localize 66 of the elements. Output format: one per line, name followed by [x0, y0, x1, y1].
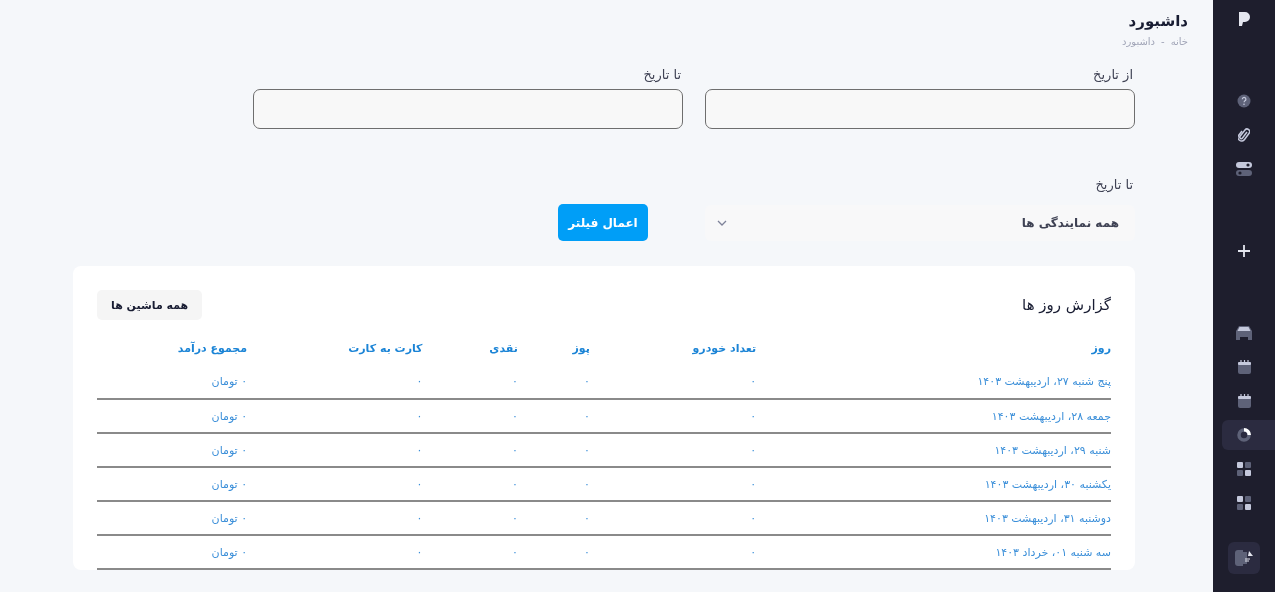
table-cell: ۰ — [750, 409, 757, 423]
plus-icon — [1238, 245, 1250, 257]
table-cell: ۰ — [750, 477, 757, 491]
table-cell: دوشنبه ۳۱، اردیبهشت ۱۴۰۳ — [984, 511, 1111, 525]
table-cell: ۰ — [750, 511, 757, 525]
table-cell: ۰ — [416, 443, 423, 457]
chevron-down-icon — [717, 219, 727, 226]
table-cell: ۰ تومان — [211, 511, 248, 525]
table-cell: ۰ — [583, 409, 590, 423]
table-cell: ۰ — [750, 545, 757, 559]
help-icon — [1237, 94, 1251, 108]
table-cell: ۰ — [750, 375, 757, 388]
table-cell: ۰ — [583, 511, 590, 525]
column-header: نقدی — [489, 342, 518, 355]
table-cell: ۰ — [511, 443, 518, 457]
table-cell: ۰ — [511, 545, 518, 559]
logo-icon[interactable] — [1238, 12, 1250, 26]
car-icon — [1236, 326, 1252, 340]
table-cell: یکشنبه ۳۰، اردیبهشت ۱۴۰۳ — [984, 477, 1111, 491]
grid-icon — [1237, 496, 1251, 510]
table-cell: ۰ تومان — [211, 443, 248, 457]
table-cell: ۰ تومان — [211, 375, 248, 388]
page-title: داشبورد — [1127, 12, 1188, 30]
field-label: تا تاریخ — [642, 67, 682, 82]
date-input[interactable] — [705, 89, 1135, 129]
table-cell: ۰ تومان — [211, 409, 248, 423]
table-cell: ۰ تومان — [211, 545, 248, 559]
collapse-icon — [1235, 550, 1253, 566]
table-cell: ۰ — [583, 375, 590, 388]
table-cell: ۰ — [416, 477, 423, 491]
calendar-icon — [1237, 394, 1251, 408]
table-cell: شنبه ۲۹، اردیبهشت ۱۴۰۳ — [994, 443, 1111, 457]
table-cell: جمعه ۲۸، اردیبهشت ۱۴۰۳ — [991, 409, 1111, 423]
column-header: تعداد خودرو — [692, 342, 757, 355]
card-title: گزارش روز ها — [1022, 296, 1111, 314]
all-machines-button[interactable]: همه ماشین ها — [97, 290, 203, 320]
table-cell: ۰ — [416, 409, 423, 423]
toggle-icon — [1236, 162, 1252, 176]
table-cell: ۰ — [511, 409, 518, 423]
table-cell: ۰ — [511, 477, 518, 491]
table-cell: ۰ — [416, 375, 423, 388]
table-cell: سه شنبه ۰۱، خرداد ۱۴۰۳ — [995, 545, 1111, 559]
breadcrumb-current: داشبورد — [1121, 36, 1155, 47]
table-cell: ۰ — [511, 511, 518, 525]
calendar-icon — [1237, 360, 1251, 374]
column-header: کارت به کارت — [348, 342, 423, 355]
column-header: پوز — [572, 342, 590, 355]
field-label: از تاریخ — [1092, 67, 1134, 82]
table-cell: ۰ — [416, 511, 423, 525]
column-header: روز — [1091, 342, 1111, 355]
table-cell: ۰ — [583, 477, 590, 491]
table-cell: پنج شنبه ۲۷، اردیبهشت ۱۴۰۳ — [977, 375, 1111, 388]
date-input[interactable] — [253, 89, 683, 129]
table-cell: ۰ تومان — [211, 477, 248, 491]
column-header: مجموع درآمد — [177, 342, 248, 355]
grid-icon — [1237, 462, 1251, 476]
field-label: تا تاریخ — [1094, 177, 1134, 192]
paperclip-icon — [1238, 127, 1250, 143]
table-cell: ۰ — [583, 545, 590, 559]
breadcrumb-separator: - — [1161, 36, 1165, 47]
table-cell: ۰ — [583, 443, 590, 457]
donut-chart-icon — [1237, 428, 1251, 442]
sidebar-toggle-button[interactable] — [1228, 542, 1260, 574]
table-cell: ۰ — [416, 545, 423, 559]
table-cell: ۰ — [511, 375, 518, 388]
table-cell: ۰ — [750, 443, 757, 457]
